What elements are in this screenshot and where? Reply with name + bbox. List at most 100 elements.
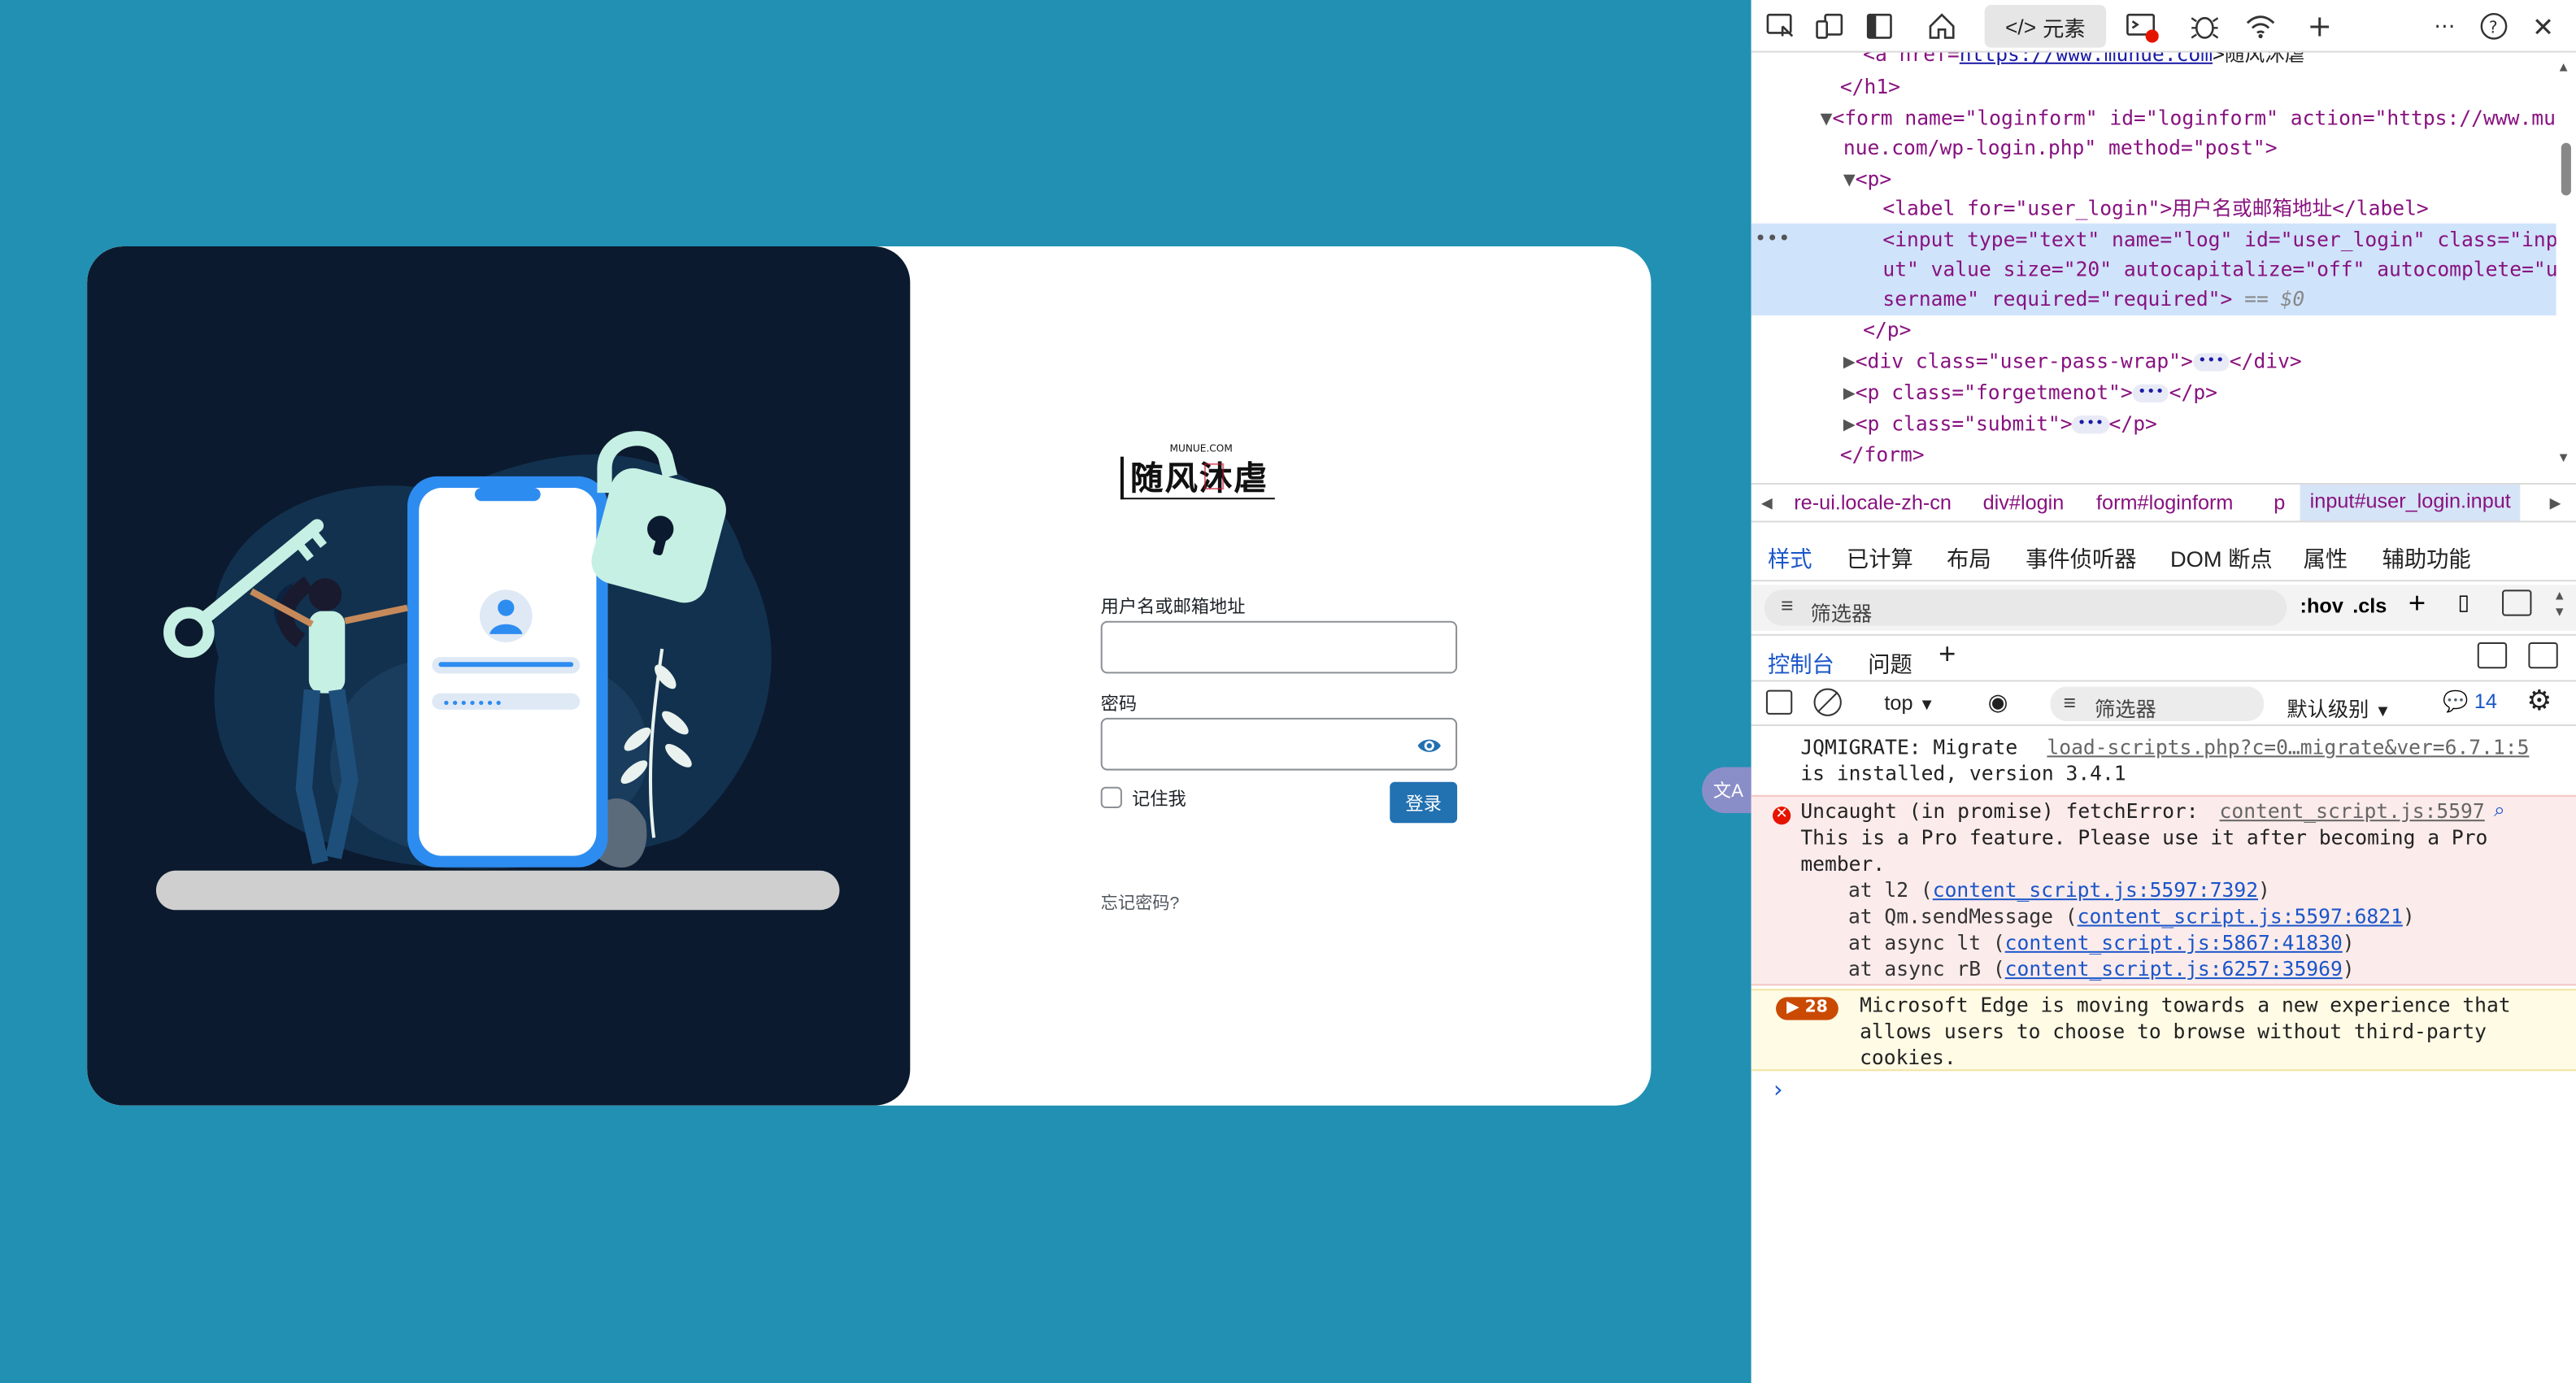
log-text: is installed, version 3.4.1: [1800, 762, 2126, 785]
tab-properties[interactable]: 属性: [2304, 541, 2348, 573]
dom-line-p-close[interactable]: </p>: [1863, 315, 1911, 346]
stack-link[interactable]: content_script.js:5867:41830: [2005, 932, 2343, 955]
collapsed-ellipsis[interactable]: •••: [2192, 353, 2230, 372]
breadcrumb-item-active[interactable]: input#user_login.input: [2300, 485, 2521, 521]
dom-line-h1-close[interactable]: </h1>: [1840, 72, 1900, 103]
paint-format-icon[interactable]: ▯: [2458, 589, 2469, 615]
console-filter-input[interactable]: ≡ 筛选器: [2050, 686, 2265, 721]
tab-console[interactable]: 控制台: [1768, 646, 1834, 678]
password-input[interactable]: [1100, 717, 1458, 771]
clear-console-icon[interactable]: [1813, 688, 1842, 716]
dom-line-input-3[interactable]: sername" required="required"> == $0: [1882, 285, 2304, 315]
more-options-icon[interactable]: ⋯: [2428, 10, 2461, 42]
cls-button[interactable]: .cls: [2352, 594, 2387, 617]
toggle-sidebar-icon[interactable]: [2502, 589, 2532, 616]
breadcrumb-item[interactable]: re-ui.locale-zh-cn: [1794, 491, 1952, 514]
node-actions-icon[interactable]: •••: [1755, 224, 1791, 254]
console-tab-icon[interactable]: [2126, 10, 2159, 43]
login-button[interactable]: 登录: [1390, 781, 1458, 824]
tab-layout[interactable]: 布局: [1947, 541, 1991, 573]
hov-button[interactable]: :hov: [2300, 594, 2343, 617]
breadcrumb-item[interactable]: div#login: [1983, 491, 2065, 514]
undock-drawer-icon[interactable]: [2477, 641, 2508, 669]
close-devtools-icon[interactable]: ✕: [2526, 10, 2559, 42]
new-rule-plus-icon[interactable]: +: [2408, 586, 2426, 620]
help-icon[interactable]: ?: [2478, 10, 2510, 42]
add-drawer-tab-icon[interactable]: +: [1939, 637, 1956, 672]
tab-dom-breakpoints[interactable]: DOM 断点: [2170, 541, 2273, 573]
close-drawer-icon[interactable]: [2528, 641, 2558, 669]
error-source-link[interactable]: content_script.js:5597: [2220, 800, 2485, 826]
dom-line-form[interactable]: ▼<form name="loginform" id="loginform" a…: [1821, 103, 2556, 134]
styles-scroll-icon[interactable]: ▲ ▼: [2553, 588, 2566, 620]
dom-line-label[interactable]: <label for="user_login">用户名或邮箱地址</label>: [1882, 194, 2428, 224]
eye-icon[interactable]: [1416, 734, 1442, 757]
phone-illustration: [407, 476, 608, 868]
device-toggle-icon[interactable]: [1814, 10, 1847, 42]
scroll-thumb[interactable]: [2561, 142, 2571, 196]
scroll-up-icon[interactable]: ▲: [2560, 59, 2568, 74]
collapsed-ellipsis[interactable]: •••: [2072, 415, 2109, 434]
tab-accessibility[interactable]: 辅助功能: [2382, 541, 2471, 573]
dom-link[interactable]: https://www.munue.com: [1960, 53, 2213, 66]
tab-issues[interactable]: 问题: [1868, 646, 1912, 678]
stack-link[interactable]: content_script.js:6257:35969: [2005, 958, 2343, 981]
console-settings-gear-icon[interactable]: ⚙: [2526, 685, 2552, 718]
welcome-home-icon[interactable]: [1925, 10, 1958, 42]
stack-frame: at async lt (content_script.js:5867:4183…: [1847, 931, 2355, 955]
login-card: ••••••• MUNUE.COM 随风沐虐 用户名或邮箱地址 密码 记住我 登…: [87, 246, 1651, 1106]
forgot-password-link[interactable]: 忘记密码?: [1101, 890, 1180, 915]
div-open-text: <div class="user-pass-wrap">: [1855, 350, 2193, 373]
drawer-tabbar: 控制台 问题 +: [1751, 633, 2576, 681]
breadcrumb-item[interactable]: form#loginform: [2096, 491, 2233, 514]
tab-styles[interactable]: 样式: [1768, 541, 1812, 573]
breadcrumb-right-icon[interactable]: ▶: [2550, 494, 2561, 512]
log-source-link[interactable]: load-scripts.php?c=0…migrate&ver=6.7.1:5: [2047, 736, 2529, 762]
filter-icon: ≡: [1781, 593, 1794, 618]
dom-line-form-2[interactable]: nue.com/wp-login.php" method="post">: [1843, 133, 2278, 164]
dom-line-submit[interactable]: ▶<p class="submit"> ••• </p>: [1843, 409, 2157, 440]
logo-small-text: MUNUE.COM: [1169, 443, 1233, 455]
context-select[interactable]: top ▼: [1884, 692, 1934, 715]
site-logo[interactable]: MUNUE.COM 随风沐虐: [1114, 444, 1278, 503]
debugger-bug-icon[interactable]: [2188, 10, 2221, 42]
dom-line-input-1[interactable]: <input type="text" name="log" id="user_l…: [1882, 225, 2556, 256]
inspect-icon[interactable]: [1764, 10, 1797, 42]
remember-label[interactable]: 记住我: [1132, 785, 1186, 811]
styles-filter-input[interactable]: ≡ 筛选器: [1764, 589, 2287, 626]
chevron-down-icon: ▼: [2374, 702, 2391, 721]
stack-link[interactable]: content_script.js:5597:6821: [2078, 905, 2403, 928]
stack-frame: at l2 (content_script.js:5597:7392): [1847, 878, 2270, 902]
more-tools-plus-icon[interactable]: +: [2304, 9, 2336, 43]
message-count-badge[interactable]: 💬 14: [2443, 690, 2497, 715]
dom-line-forgetmenot[interactable]: ▶<p class="forgetmenot"> ••• </p>: [1843, 378, 2217, 409]
translate-button[interactable]: 文A: [1702, 767, 1755, 814]
search-icon[interactable]: ⌕: [2494, 798, 2505, 824]
tab-elements[interactable]: </> 元素: [1984, 5, 2107, 48]
dom-line-div[interactable]: ▶<div class="user-pass-wrap"> ••• </div>: [1843, 346, 2302, 377]
live-expression-eye-icon[interactable]: ◉: [1988, 689, 2008, 716]
network-wifi-icon[interactable]: [2244, 10, 2277, 42]
collapsed-ellipsis[interactable]: •••: [2132, 384, 2169, 402]
console-prompt-chevron-icon[interactable]: ›: [1771, 1077, 1785, 1103]
tab-event-listeners[interactable]: 事件侦听器: [2026, 541, 2136, 573]
remember-checkbox[interactable]: [1100, 786, 1122, 809]
svg-text:?: ?: [2489, 17, 2498, 37]
scroll-down-icon[interactable]: ▼: [2560, 450, 2568, 465]
log-level-select[interactable]: 默认级别 ▼: [2287, 692, 2391, 723]
dom-line-input-2[interactable]: ut" value size="20" autocapitalize="off"…: [1882, 254, 2556, 285]
warning-repeat-badge[interactable]: ▶ 28: [1776, 997, 1838, 1020]
message-count: 14: [2474, 689, 2497, 713]
breadcrumb-left-icon[interactable]: ◀: [1761, 494, 1773, 512]
devtools-panel: </> 元素 + ⋯ ? ✕ ••• <a href=https://www.m…: [1751, 0, 2576, 1383]
breadcrumb-item[interactable]: p: [2274, 491, 2285, 514]
dom-line-p[interactable]: ▼<p>: [1843, 164, 1891, 195]
username-input[interactable]: [1100, 620, 1458, 674]
dom-line-form-close[interactable]: </form>: [1840, 440, 1925, 471]
dom-scrollbar[interactable]: ▲ ▼: [2556, 52, 2576, 473]
tab-computed[interactable]: 已计算: [1847, 541, 1913, 573]
stack-link[interactable]: content_script.js:5597:7392: [1933, 879, 2258, 902]
console-sidebar-icon[interactable]: [1765, 689, 1793, 715]
dock-side-icon[interactable]: [1863, 10, 1895, 42]
selected-eq-marker: == $0: [2232, 287, 2305, 311]
